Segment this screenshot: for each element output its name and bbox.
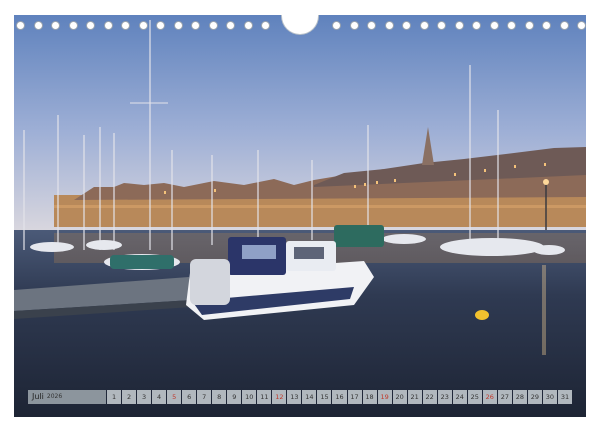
calendar-day: 25: [467, 390, 482, 404]
binding-ring: [156, 21, 165, 30]
calendar-day: 20: [392, 390, 407, 404]
calendar-day: 3: [137, 390, 152, 404]
calendar-day: 13: [287, 390, 302, 404]
binding-ring: [138, 21, 148, 30]
calendar-day: 30: [542, 390, 557, 404]
calendar-day: 22: [422, 390, 437, 404]
binding-ring: [16, 21, 25, 30]
calendar-day: 24: [452, 390, 467, 404]
binding-ring: [208, 21, 218, 30]
calendar-day: 29: [527, 390, 542, 404]
calendar-month-label: Juli 2026: [28, 390, 106, 404]
binding-ring: [33, 21, 43, 30]
binding-ring: [51, 21, 60, 30]
calendar-strip: Juli 2026 1 2 3 4 5 6 7 8 9 10 11 12 13 14 15 16 17 18 19 2…: [28, 390, 572, 404]
calendar-day: 27: [497, 390, 512, 404]
calendar-day: 16: [332, 390, 347, 404]
calendar-day: 23: [437, 390, 452, 404]
binding-ring: [103, 21, 113, 30]
binding-ring: [173, 21, 183, 30]
calendar-day: 9: [227, 390, 242, 404]
binding-ring: [402, 21, 411, 30]
binding-ring: [472, 21, 481, 30]
binding-ring: [68, 21, 78, 30]
month-name: Juli: [32, 392, 44, 401]
calendar-day: 18: [362, 390, 377, 404]
binding-ring: [349, 21, 359, 30]
calendar-day: 10: [242, 390, 257, 404]
calendar-day: 31: [557, 390, 572, 404]
calendar-page: Juli 2026 1 2 3 4 5 6 7 8 9 10 11 12 13 14 15 16 17 18 19 2…: [0, 0, 600, 432]
calendar-day: 21: [407, 390, 422, 404]
calendar-day: 12: [272, 390, 287, 404]
calendar-day: 19: [377, 390, 392, 404]
calendar-day: 14: [302, 390, 317, 404]
calendar-day: 6: [182, 390, 197, 404]
binding-ring: [507, 21, 516, 30]
binding-ring: [191, 21, 200, 30]
calendar-day: 7: [197, 390, 212, 404]
binding-ring: [542, 21, 551, 30]
binding-ring: [332, 21, 341, 30]
binding-ring: [243, 21, 253, 30]
calendar-day: 11: [257, 390, 272, 404]
binding-ring: [226, 21, 235, 30]
calendar-day: 15: [317, 390, 332, 404]
calendar-day: 26: [482, 390, 497, 404]
calendar-day: 4: [152, 390, 167, 404]
harbor-photo: [14, 15, 586, 417]
binding-ring: [577, 21, 586, 30]
calendar-day: 8: [212, 390, 227, 404]
harbor-scene-graphic: [14, 15, 586, 417]
calendar-day: 17: [347, 390, 362, 404]
binding-ring: [437, 21, 446, 30]
calendar-day: 2: [122, 390, 137, 404]
binding-ring: [559, 21, 569, 30]
year-label: 2026: [46, 393, 63, 400]
binding-ring: [419, 21, 429, 30]
binding-ring: [86, 21, 95, 30]
binding-ring: [454, 21, 464, 30]
calendar-day: 1: [107, 390, 122, 404]
binding-ring: [121, 21, 130, 30]
binding-ring: [261, 21, 270, 30]
binding-ring: [524, 21, 534, 30]
calendar-day: 28: [512, 390, 527, 404]
binding-ring: [384, 21, 394, 30]
binding-ring: [367, 21, 376, 30]
binding-ring: [489, 21, 499, 30]
calendar-day: 5: [167, 390, 182, 404]
